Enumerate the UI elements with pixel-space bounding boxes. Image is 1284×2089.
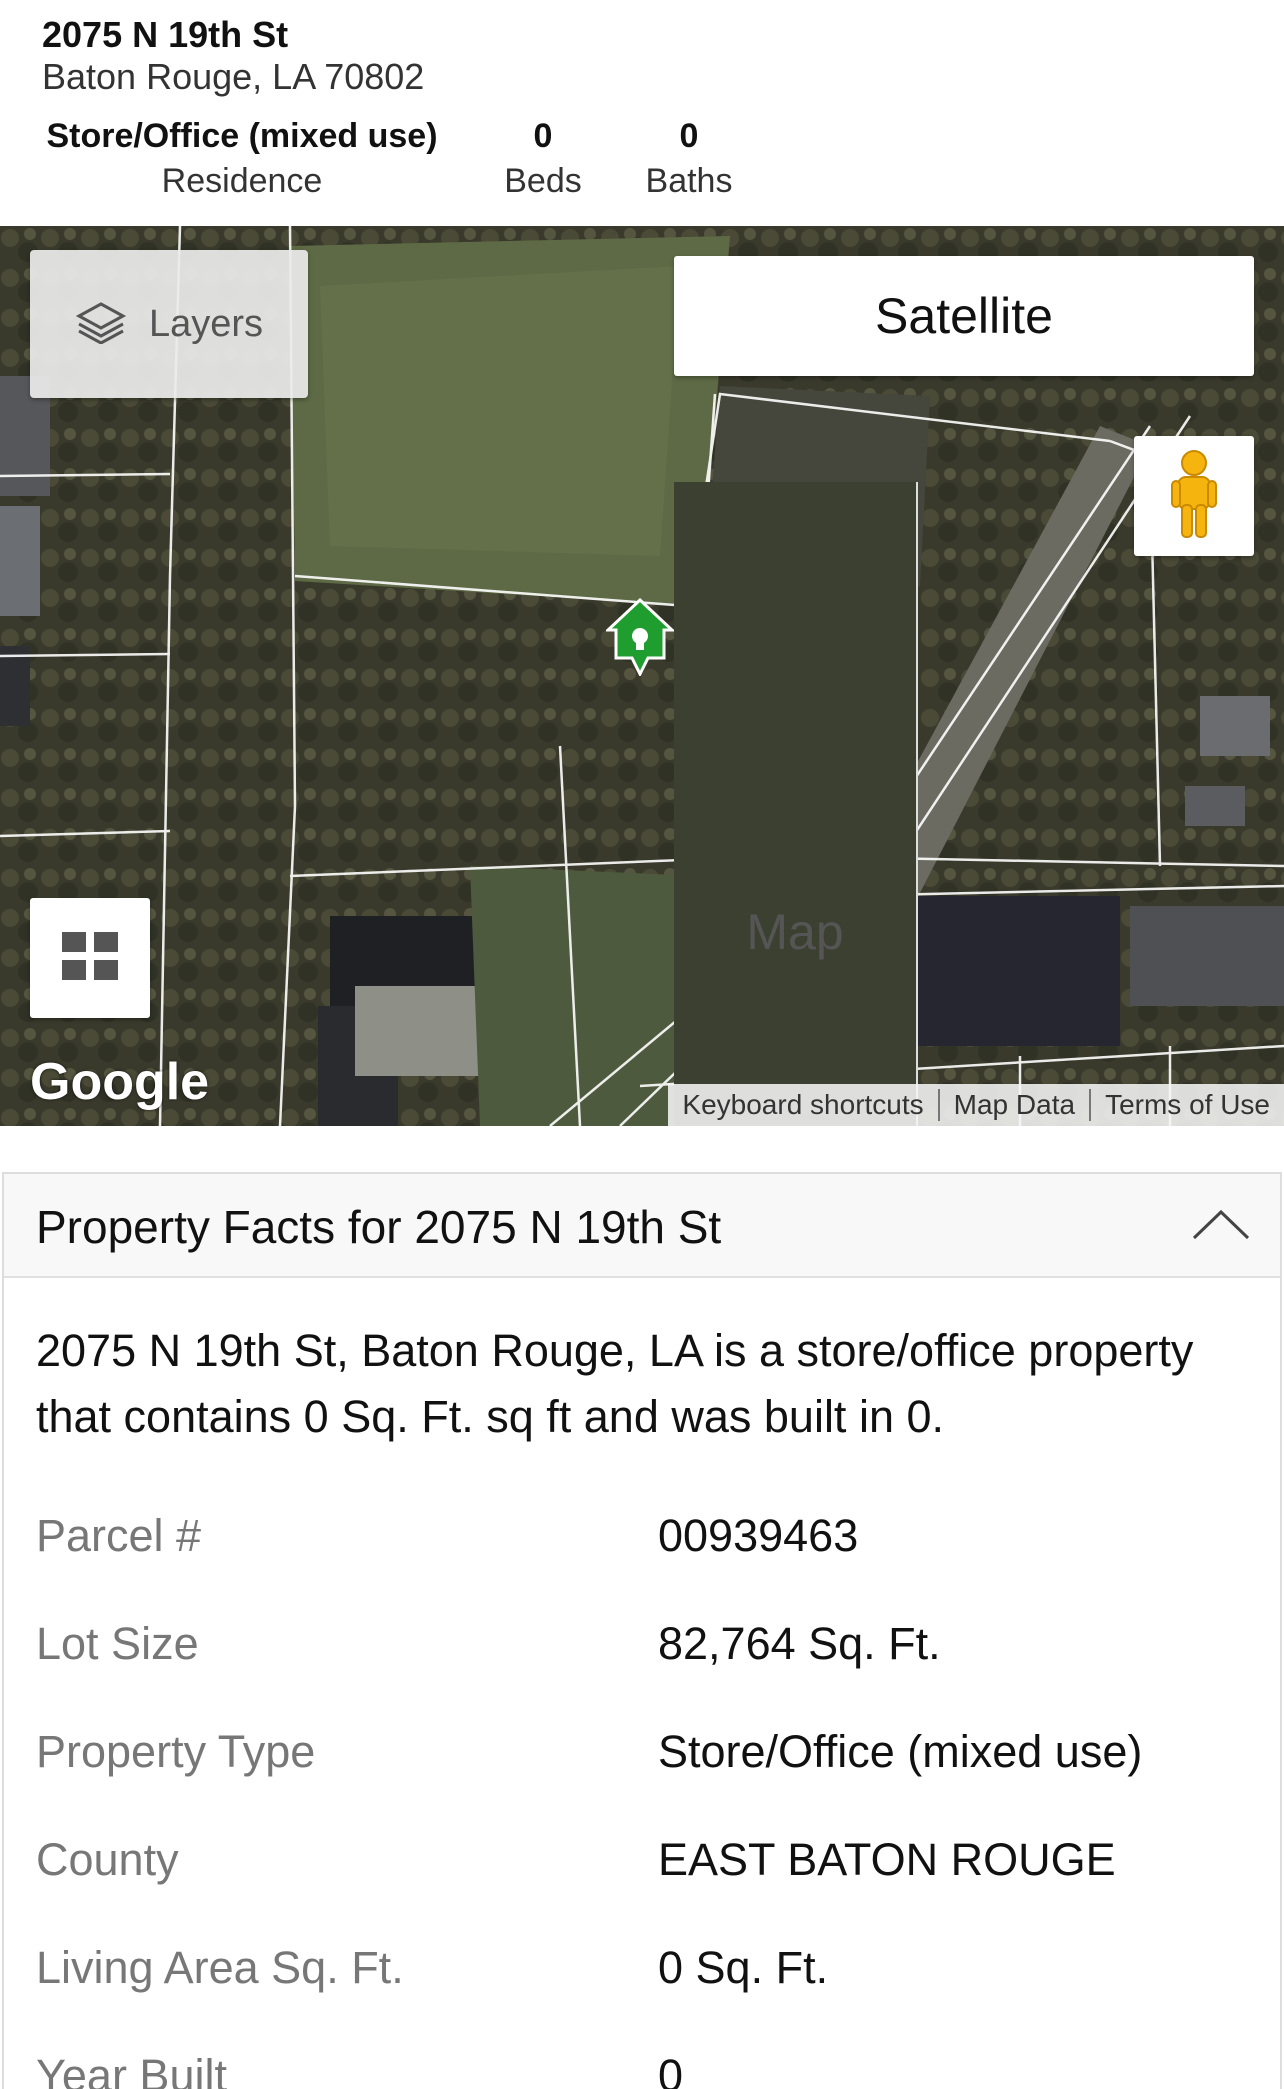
fact-row: Lot Size 82,764 Sq. Ft.: [36, 1618, 1256, 1678]
fact-label: Lot Size: [36, 1618, 199, 1669]
fact-value: 0 Sq. Ft.: [658, 1942, 829, 1993]
beds-stat: 0 Beds: [490, 114, 596, 204]
pegman-icon: [1168, 449, 1220, 544]
map-type-satellite-button[interactable]: Satellite: [674, 256, 1254, 376]
layers-icon: [75, 300, 127, 349]
layers-label: Layers: [148, 302, 264, 345]
terms-of-use-link[interactable]: Terms of Use: [1089, 1089, 1284, 1121]
baths-label: Baths: [645, 162, 733, 200]
street-view-pegman-button[interactable]: [1134, 436, 1254, 556]
property-type-stat: Store/Office (mixed use) Residence: [42, 114, 442, 204]
property-facts-panel: Property Facts for 2075 N 19th St 2075 N…: [2, 1172, 1282, 2089]
satellite-map[interactable]: Layers Map Satellite Google Keyboard sho…: [0, 226, 1284, 1126]
city-state-zip: Baton Rouge, LA 70802: [42, 56, 425, 97]
map-type-map-button[interactable]: Map: [674, 482, 918, 1126]
property-facts-title: Property Facts for 2075 N 19th St: [36, 1201, 722, 1253]
property-type-label: Residence: [161, 162, 323, 200]
fact-label: Parcel #: [36, 1510, 202, 1561]
fact-value: EAST BATON ROUGE: [658, 1834, 1116, 1885]
keyboard-shortcuts-link[interactable]: Keyboard shortcuts: [668, 1089, 937, 1121]
map-data-link[interactable]: Map Data: [937, 1089, 1089, 1121]
baths-stat: 0 Baths: [636, 114, 742, 204]
beds-value: 0: [533, 117, 553, 155]
fact-row: County EAST BATON ROUGE: [36, 1834, 1256, 1894]
layers-button[interactable]: Layers: [30, 250, 308, 398]
fact-value: 0: [658, 2050, 684, 2089]
google-logo: Google: [30, 1053, 210, 1111]
fact-value: 00939463: [658, 1510, 859, 1561]
fact-label: Property Type: [36, 1726, 316, 1777]
chevron-up-icon[interactable]: [1192, 1208, 1250, 1247]
map-attribution-bar: Keyboard shortcuts Map Data Terms of Use: [668, 1084, 1284, 1126]
grid-icon: [62, 931, 118, 985]
fact-value: 82,764 Sq. Ft.: [658, 1618, 941, 1669]
fact-row: Property Type Store/Office (mixed use): [36, 1726, 1256, 1786]
fact-row: Year Built 0: [36, 2050, 1256, 2089]
street-address: 2075 N 19th St: [42, 14, 289, 55]
property-header: 2075 N 19th St Baton Rouge, LA 70802 Sto…: [0, 0, 1284, 226]
beds-label: Beds: [504, 162, 582, 200]
property-description: 2075 N 19th St, Baton Rouge, LA is a sto…: [36, 1325, 1194, 1442]
fact-label: County: [36, 1834, 179, 1885]
view-toggle-button[interactable]: [30, 898, 150, 1018]
property-facts-header[interactable]: Property Facts for 2075 N 19th St: [4, 1174, 1280, 1278]
fact-value: Store/Office (mixed use): [658, 1726, 1143, 1777]
fact-row: Living Area Sq. Ft. 0 Sq. Ft.: [36, 1942, 1256, 2002]
map-type-toggle: Map Satellite: [674, 256, 1254, 1126]
fact-row: Parcel # 00939463: [36, 1510, 1256, 1570]
baths-value: 0: [679, 117, 699, 155]
property-type-value: Store/Office (mixed use): [46, 117, 438, 155]
home-marker-icon[interactable]: [604, 597, 676, 681]
fact-label: Year Built: [36, 2050, 227, 2089]
fact-label: Living Area Sq. Ft.: [36, 1942, 404, 1993]
